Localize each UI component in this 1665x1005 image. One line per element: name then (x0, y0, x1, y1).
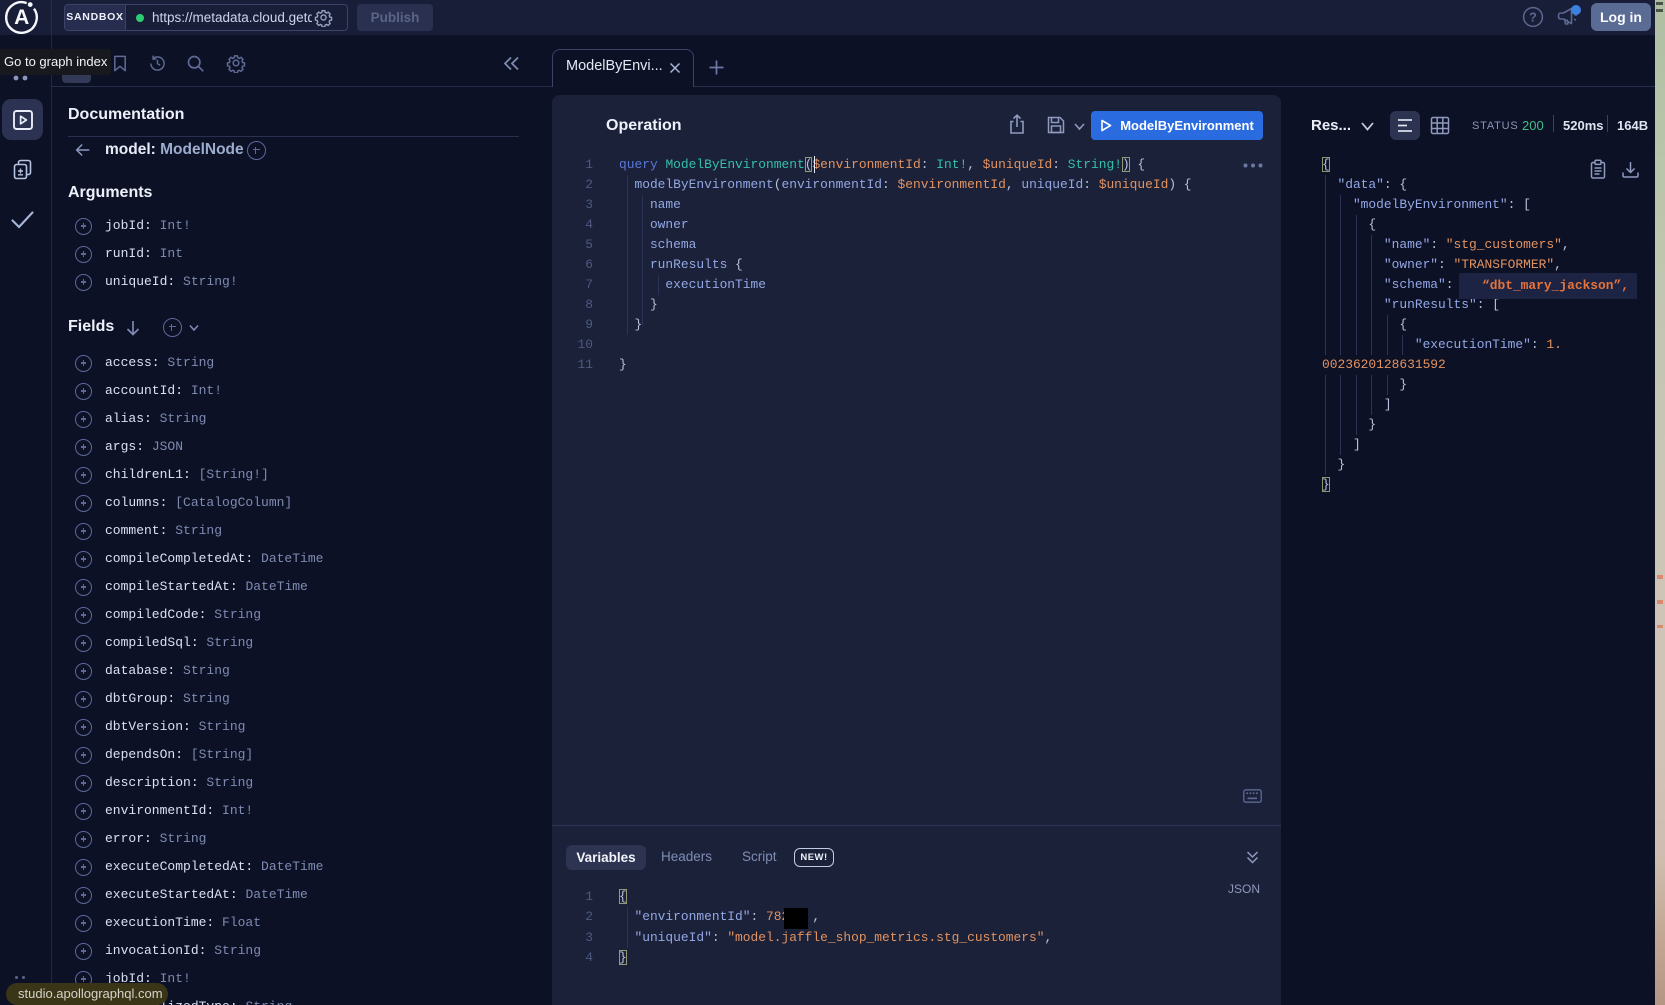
svg-text:A: A (14, 6, 29, 29)
svg-text:?: ? (1529, 11, 1537, 25)
